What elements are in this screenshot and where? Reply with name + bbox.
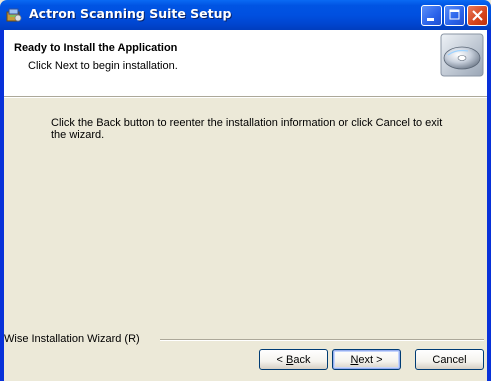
back-prefix: < — [276, 353, 286, 366]
footer-divider-highlight — [160, 340, 484, 341]
wizard-header: Ready to Install the Application Click N… — [4, 30, 487, 96]
page-subtitle: Click Next to begin installation. — [28, 60, 178, 72]
close-button[interactable] — [467, 5, 488, 26]
minimize-icon — [427, 18, 434, 21]
window-frame-right — [487, 30, 491, 381]
next-mnemonic: N — [350, 353, 359, 366]
back-button[interactable]: < Back — [259, 349, 328, 370]
next-button[interactable]: Next > — [332, 349, 401, 370]
back-rest: ack — [293, 353, 311, 366]
close-icon — [472, 10, 483, 21]
header-divider-highlight — [4, 97, 487, 98]
page-title: Ready to Install the Application — [14, 42, 178, 54]
maximize-icon — [449, 9, 460, 20]
minimize-button[interactable] — [421, 5, 442, 26]
cancel-button[interactable]: Cancel — [415, 349, 484, 370]
back-mnemonic: B — [286, 353, 294, 366]
title-bar[interactable]: Actron Scanning Suite Setup — [0, 0, 491, 30]
maximize-button[interactable] — [444, 5, 465, 26]
next-rest: ext > — [358, 353, 383, 366]
installer-icon[interactable] — [6, 7, 22, 23]
window-title: Actron Scanning Suite Setup — [29, 6, 232, 21]
cd-disc-icon — [440, 33, 484, 77]
wizard-brand-label: Wise Installation Wizard (R) — [4, 333, 143, 345]
instruction-text: Click the Back button to reenter the ins… — [51, 117, 443, 141]
